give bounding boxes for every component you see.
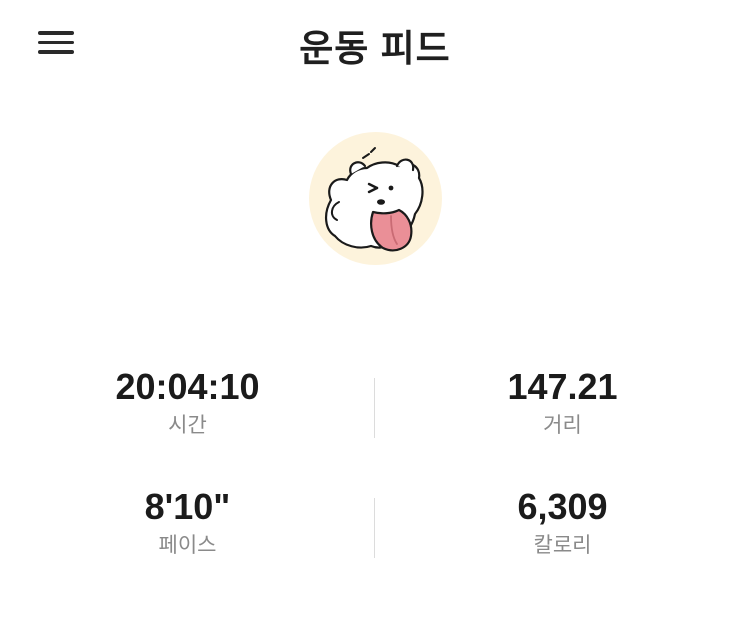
- profile-avatar[interactable]: [309, 132, 442, 265]
- pace-value: 8'10": [144, 486, 231, 527]
- stat-time: 20:04:10 시간: [0, 367, 375, 439]
- distance-value: 147.21: [507, 366, 618, 407]
- pace-label: 페이스: [158, 534, 217, 557]
- cartoon-bear-avatar-icon: [325, 147, 424, 252]
- distance-label: 거리: [543, 414, 582, 437]
- time-label: 시간: [168, 414, 207, 437]
- calories-value: 6,309: [517, 486, 608, 527]
- stat-distance: 147.21 거리: [375, 367, 750, 439]
- stat-calories: 6,309 칼로리: [375, 487, 750, 559]
- stat-pace: 8'10" 페이스: [0, 487, 375, 559]
- calories-label: 칼로리: [533, 534, 592, 557]
- app-header: 운동 피드: [0, 0, 750, 84]
- page-title: 운동 피드: [299, 28, 451, 69]
- time-value: 20:04:10: [115, 366, 260, 407]
